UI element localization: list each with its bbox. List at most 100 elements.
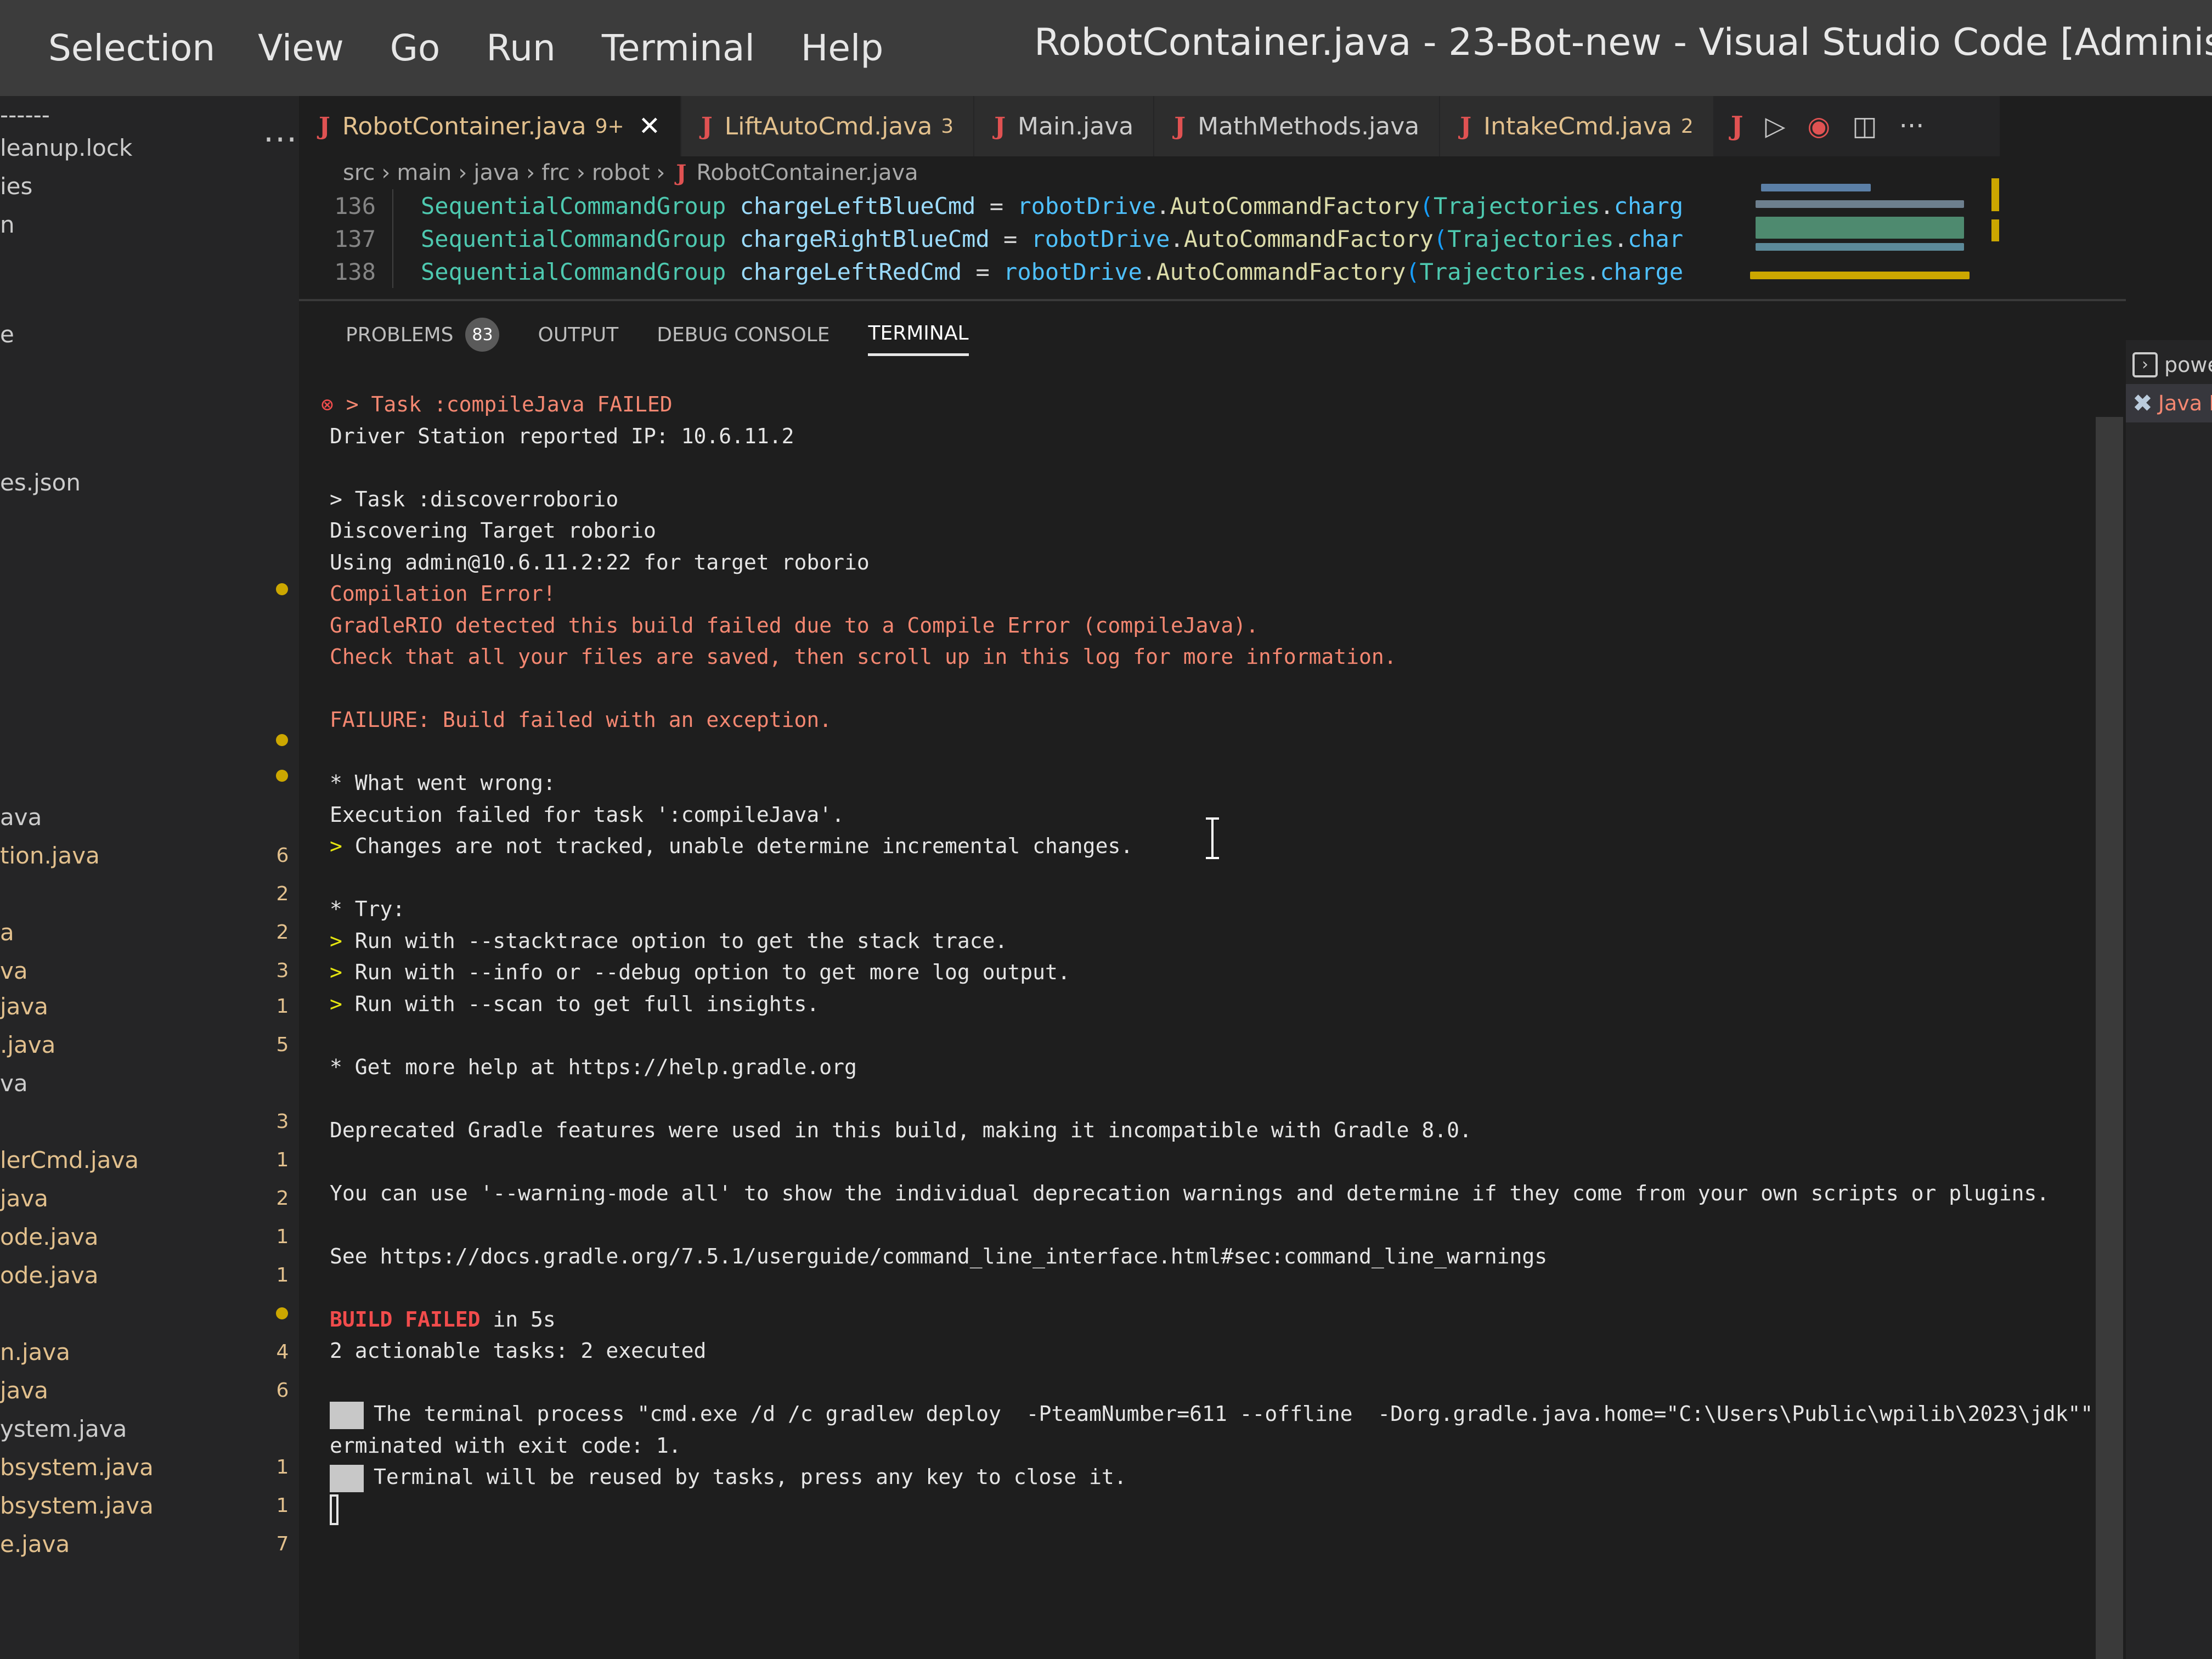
run-icon[interactable]: ▷ (1765, 111, 1785, 142)
file-tree-item[interactable]: ode.java 1 (0, 1256, 299, 1294)
terminal-line: FAILURE: Build failed with an exception. (321, 704, 2104, 736)
file-tree-item[interactable] (0, 1295, 299, 1332)
file-tree-item[interactable]: n (0, 206, 299, 243)
panel-tab-output[interactable]: OUTPUT (538, 324, 618, 355)
window-title: RobotContainer.java - 23-Bot-new - Visua… (1034, 21, 2212, 64)
code-token: robotDrive (1003, 258, 1142, 285)
terminal-cursor (330, 1494, 338, 1525)
file-tree-item[interactable]: es.json (0, 464, 299, 501)
code-line[interactable]: 137 SequentialCommandGroup chargeRightBlu… (299, 222, 1683, 255)
panel-tab-problems[interactable]: PROBLEMS 83 (346, 318, 500, 360)
file-tree-item[interactable]: va (0, 1064, 299, 1102)
file-tree-item[interactable]: 2 (0, 875, 299, 912)
problem-count-badge: 7 (276, 1532, 289, 1555)
terminal-line (321, 1493, 2104, 1525)
file-tree-item[interactable]: tion.java 6 (0, 837, 299, 874)
menu-go[interactable]: Go (367, 0, 464, 96)
file-tree-item[interactable]: leanup.lock (0, 129, 299, 166)
command-decoration-icon[interactable] (330, 1464, 364, 1492)
close-icon[interactable]: ✕ (639, 111, 661, 142)
file-tree-item[interactable]: java 2 (0, 1180, 299, 1217)
breadcrumb-item[interactable]: RobotContainer.java (696, 160, 918, 185)
file-name: .java (0, 1031, 56, 1058)
file-tree-item[interactable]: ystem.java (0, 1410, 299, 1447)
breadcrumb-item[interactable]: robot (592, 160, 650, 185)
tab-intakecmd-java[interactable]: J IntakeCmd.java 2 (1440, 96, 1714, 156)
file-tree-item[interactable]: bsystem.java 1 (0, 1487, 299, 1524)
terminal-output[interactable]: ⊗ > Task :compileJava FAILED Driver Stati… (321, 389, 2118, 1525)
error-icon: ⊗ (321, 392, 346, 416)
panel-tab-terminal[interactable]: TERMINAL (868, 322, 969, 356)
menu-selection[interactable]: Selection (0, 0, 235, 96)
menu-view[interactable]: View (235, 0, 367, 96)
file-tree-item[interactable] (0, 721, 299, 759)
breadcrumb-item[interactable]: java (473, 160, 520, 185)
file-tree-item[interactable]: 3 (0, 1103, 299, 1140)
terminal-scrollbar[interactable] (2096, 417, 2123, 1659)
menu-terminal[interactable]: Terminal (579, 0, 778, 96)
tools-icon: ✖ (2132, 389, 2153, 417)
command-decoration-icon[interactable] (330, 1401, 364, 1429)
file-tree-item[interactable]: .java 5 (0, 1026, 299, 1063)
problem-count-badge: 2 (276, 882, 289, 905)
file-tree-item[interactable]: ode.java 1 (0, 1218, 299, 1255)
file-tree-item[interactable]: lerCmd.java 1 (0, 1141, 299, 1178)
java-file-icon: J (319, 112, 330, 140)
file-tree-item[interactable] (0, 571, 299, 608)
code-text: SequentialCommandGroup chargeLeftRedCmd … (421, 258, 1683, 285)
file-tree-item[interactable] (0, 757, 299, 794)
file-tree-item[interactable]: ies (0, 167, 299, 205)
file-tree-item[interactable]: ava (0, 798, 299, 836)
terminal-list-item[interactable]: ✖Java D (2126, 384, 2212, 422)
file-tree-item[interactable]: va 3 (0, 952, 299, 989)
breadcrumb-item[interactable]: src (343, 160, 375, 185)
terminal-text: See https://docs.gradle.org/7.5.1/usergu… (330, 1244, 1548, 1268)
modified-dot-icon (276, 770, 288, 782)
tab-robotcontainer-java[interactable]: J RobotContainer.java 9+ ✕ (299, 96, 681, 156)
minimap-line (1756, 243, 1964, 251)
more-icon[interactable]: ··· (1899, 111, 1925, 142)
terminal-text: Terminal will be reused by tasks, press … (374, 1465, 1127, 1489)
file-tree-item[interactable]: e (0, 315, 299, 353)
code-token: . (1156, 192, 1170, 219)
terminal-line: Terminal will be reused by tasks, press … (321, 1462, 2104, 1493)
terminal-line: > Run with --scan to get full insights. (321, 989, 2104, 1020)
debug-icon[interactable]: ◉ (1807, 111, 1830, 142)
breadcrumb-item[interactable]: main (397, 160, 452, 185)
file-tree-item[interactable]: ------ (0, 96, 299, 133)
file-tree-item[interactable]: java 6 (0, 1372, 299, 1409)
java-file-icon[interactable]: J (1731, 111, 1743, 142)
file-tree-item[interactable]: java 1 (0, 988, 299, 1025)
text-cursor-icon (1206, 817, 1224, 859)
terminal-list-item[interactable]: ›powershell (2126, 346, 2212, 384)
tab-main-java[interactable]: J Main.java (974, 96, 1155, 156)
code-token: Trajectories (1433, 192, 1600, 219)
terminal-text: > Task :discoverroborio (330, 487, 619, 511)
tab-mathmethods-java[interactable]: J MathMethods.java (1154, 96, 1441, 156)
menu-run[interactable]: Run (463, 0, 579, 96)
split-editor-icon[interactable]: ◫ (1852, 111, 1877, 142)
menu-help[interactable]: Help (778, 0, 906, 96)
file-tree-item[interactable]: bsystem.java 1 (0, 1448, 299, 1486)
file-tree-item[interactable]: e.java 7 (0, 1525, 299, 1562)
terminal-line: * Try: (321, 894, 2104, 926)
file-tree-item[interactable]: n.java 4 (0, 1333, 299, 1370)
chevron-right-icon: › (656, 160, 665, 185)
tab-liftautocmd-java[interactable]: J LiftAutoCmd.java 3 (681, 96, 975, 156)
code-line[interactable]: 136 SequentialCommandGroup chargeLeftBlue… (299, 189, 1683, 222)
minimap[interactable] (1750, 178, 1980, 288)
file-name: n (0, 211, 15, 238)
breadcrumb-item[interactable]: frc (541, 160, 570, 185)
file-name: java (0, 992, 48, 1020)
terminal-text: in 5s (480, 1307, 556, 1331)
file-tree-item[interactable]: a2 (0, 913, 299, 951)
minimap-line (1750, 272, 1970, 279)
panel-tab-debug-console[interactable]: DEBUG CONSOLE (657, 324, 830, 355)
code-line[interactable]: 138 SequentialCommandGroup chargeLeftRedC… (299, 255, 1683, 288)
editor-actions: J ▷ ◉ ◫ ··· (1714, 96, 1925, 156)
editor-tab-bar: J RobotContainer.java 9+ ✕ J LiftAutoCmd.java… (299, 96, 2000, 156)
problem-count-badge: 2 (276, 1187, 289, 1210)
code-editor[interactable]: 136 SequentialCommandGroup chargeLeftBlue… (299, 189, 2000, 299)
